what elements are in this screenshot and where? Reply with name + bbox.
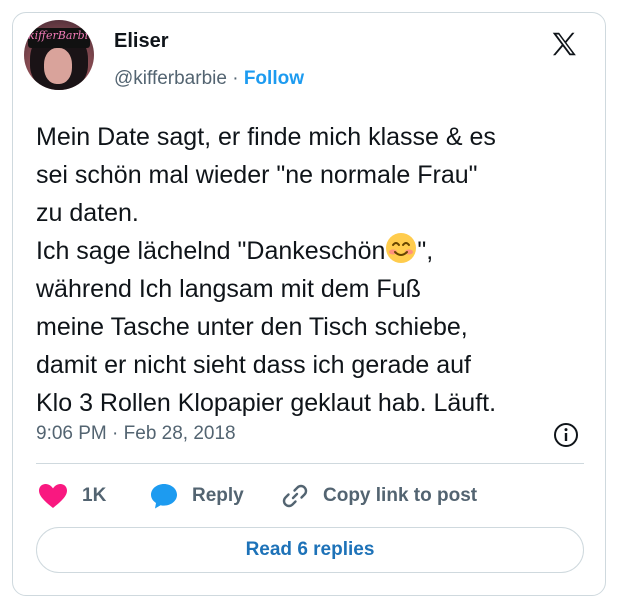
- avatar-face: [44, 48, 72, 84]
- avatar-cap-text: kifferBarbie: [28, 29, 94, 42]
- like-button[interactable]: 1K: [38, 481, 106, 511]
- reply-label: Reply: [192, 485, 244, 506]
- tweet-timestamp[interactable]: 9:06 PM · Feb 28, 2018: [36, 423, 236, 445]
- follow-button[interactable]: Follow: [244, 68, 304, 89]
- info-icon[interactable]: [553, 422, 579, 448]
- smiling-face-emoji-icon: [386, 233, 417, 263]
- avatar[interactable]: kifferBarbie: [24, 20, 94, 90]
- link-icon: [282, 484, 308, 508]
- tweet-text: Mein Date sagt, er finde mich klasse & e…: [36, 118, 588, 422]
- copy-link-label: Copy link to post: [323, 485, 478, 506]
- copy-link-button[interactable]: Copy link to post: [281, 481, 477, 511]
- read-replies-button[interactable]: Read 6 replies: [36, 527, 584, 573]
- author-display-name[interactable]: Eliser: [114, 30, 168, 53]
- heart-icon: [39, 484, 67, 508]
- reply-button[interactable]: Reply: [150, 481, 244, 511]
- divider: [36, 463, 584, 464]
- read-replies-label: Read 6 replies: [245, 539, 375, 560]
- author-handle-row: @kifferbarbie · Follow: [114, 68, 304, 90]
- avatar-cap: kifferBarbie: [28, 28, 94, 48]
- x-logo-icon[interactable]: [549, 29, 579, 59]
- handle-separator: ·: [226, 68, 244, 89]
- reply-bubble-icon: [151, 484, 177, 509]
- like-count: 1K: [82, 485, 107, 506]
- author-handle[interactable]: @kifferbarbie: [114, 68, 227, 89]
